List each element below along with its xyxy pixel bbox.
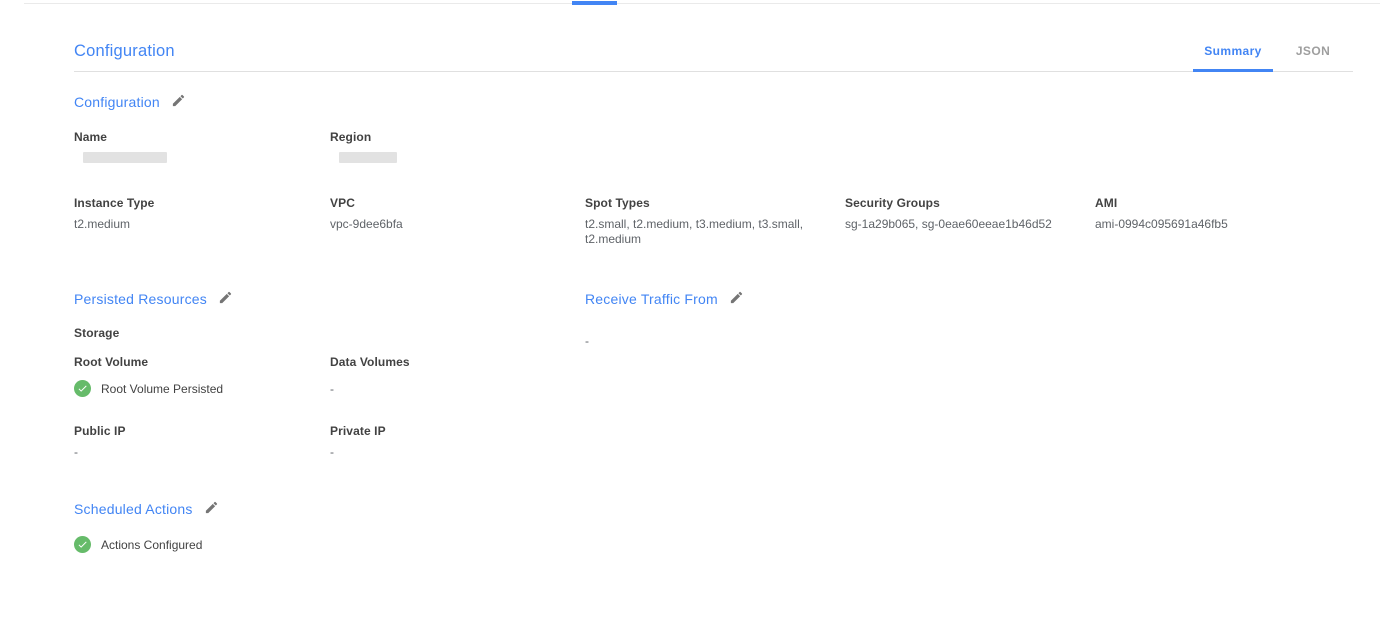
volumes-labels-row: Root Volume Data Volumes [74,355,585,369]
scheduled-actions-status-text: Actions Configured [101,538,202,552]
public-ip-label: Public IP [74,424,330,438]
vpc-label: VPC [330,196,585,210]
private-ip-value: - [330,445,585,460]
receive-traffic-value: - [585,334,1353,349]
security-groups-field: Security Groups sg-1a29b065, sg-0eae60ee… [845,196,1095,247]
edit-configuration-button[interactable] [171,94,187,110]
edit-receive-traffic-button[interactable] [729,291,745,307]
pencil-icon [729,290,744,308]
name-label: Name [74,130,330,144]
security-groups-value: sg-1a29b065, sg-0eae60eeae1b46d52 [845,217,1095,232]
scheduled-actions-status: Actions Configured [74,536,1353,553]
tab-json-label: JSON [1296,44,1330,58]
persisted-resources-heading: Persisted Resources [74,291,585,307]
ami-field: AMI ami-0994c095691a46fb5 [1095,196,1353,247]
receive-traffic-title: Receive Traffic From [585,291,718,307]
ami-value: ami-0994c095691a46fb5 [1095,217,1353,232]
vpc-value: vpc-9dee6bfa [330,217,585,232]
volumes-values-row: Root Volume Persisted - [74,380,585,397]
receive-traffic-section: Receive Traffic From - [585,291,1353,460]
receive-traffic-heading: Receive Traffic From [585,291,1353,307]
spot-types-field: Spot Types t2.small, t2.medium, t3.mediu… [585,196,845,247]
instance-type-value: t2.medium [74,217,330,232]
pencil-icon [218,290,233,308]
root-volume-label: Root Volume [74,355,330,369]
tab-json[interactable]: JSON [1273,44,1353,71]
configuration-section-heading: Configuration [74,94,1353,110]
instance-type-label: Instance Type [74,196,330,210]
edit-scheduled-actions-button[interactable] [204,501,220,517]
region-value-redacted [339,152,397,163]
security-groups-label: Security Groups [845,196,1095,210]
name-field: Name [74,130,330,163]
check-circle-icon [74,380,91,397]
scheduled-actions-heading: Scheduled Actions [74,501,1353,517]
private-ip-label: Private IP [330,424,585,438]
vpc-field: VPC vpc-9dee6bfa [330,196,585,247]
data-volumes-value: - [330,382,585,397]
view-tabs: Summary JSON [1193,44,1353,71]
storage-label: Storage [74,326,585,340]
configuration-section-title: Configuration [74,94,160,110]
spot-types-label: Spot Types [585,196,845,210]
page-title: Configuration [74,42,175,71]
ami-label: AMI [1095,196,1353,210]
ip-labels-row: Public IP Private IP [74,424,585,438]
edit-persisted-resources-button[interactable] [218,291,234,307]
instance-details-row: Instance Type t2.medium VPC vpc-9dee6bfa… [74,196,1353,247]
persisted-resources-section: Persisted Resources Storage Root Volume … [74,291,585,460]
page-header: Configuration Summary JSON [74,0,1353,72]
tab-summary[interactable]: Summary [1193,44,1273,71]
tab-summary-label: Summary [1204,44,1262,58]
region-label: Region [330,130,585,144]
instance-type-field: Instance Type t2.medium [74,196,330,247]
main-content: Configuration Summary JSON Configuration… [74,0,1353,553]
pencil-icon [204,500,219,518]
persisted-resources-title: Persisted Resources [74,291,207,307]
pencil-icon [171,93,186,111]
sections-row: Persisted Resources Storage Root Volume … [74,291,1353,460]
name-value-redacted [83,152,167,163]
data-volumes-label: Data Volumes [330,355,585,369]
scheduled-actions-title: Scheduled Actions [74,501,193,517]
tab-summary-underline [1193,69,1273,72]
root-volume-status-text: Root Volume Persisted [101,382,223,396]
public-ip-value: - [74,445,330,460]
check-circle-icon [74,536,91,553]
root-volume-status: Root Volume Persisted [74,380,330,397]
name-region-row: Name Region [74,130,1353,163]
region-field: Region [330,130,585,163]
spot-types-value: t2.small, t2.medium, t3.medium, t3.small… [585,217,819,247]
ip-values-row: - - [74,438,585,460]
